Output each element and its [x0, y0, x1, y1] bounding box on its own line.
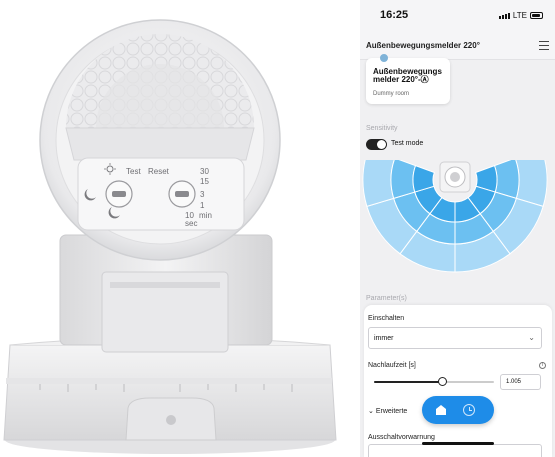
signal-icon [498, 12, 510, 19]
follow-up-input[interactable]: 1.005 [500, 374, 541, 390]
dial-mark-1: 1 [200, 201, 205, 210]
battery-icon [530, 12, 543, 19]
prewarn-field[interactable] [368, 444, 542, 457]
zone-segment [362, 160, 395, 208]
mount-base [3, 337, 337, 454]
switch-on-select[interactable]: immer ⌄ [368, 327, 542, 349]
detection-zone-diagram [362, 160, 548, 273]
home-indicator [422, 442, 494, 445]
sensor-thumbnail [439, 161, 471, 193]
test-mode-toggle[interactable] [366, 139, 387, 150]
floating-action-bar [422, 396, 494, 424]
zone-segment [390, 160, 417, 199]
slider-fill [374, 381, 443, 383]
dial-mark-30: 30 [200, 167, 209, 176]
sensor-head [39, 19, 281, 261]
page-title: Außenbewegungsmelder 220° [366, 41, 480, 50]
prewarn-label: Ausschaltvorwarnung [368, 434, 435, 441]
switch-on-value: immer [374, 335, 394, 342]
hamburger-icon[interactable] [539, 41, 549, 50]
chevron-down-icon: ⌄ [528, 333, 535, 342]
sensitivity-label: Sensitivity [366, 125, 398, 132]
parameters-label: Parameter(s) [366, 295, 407, 302]
device-room: Dummy room [373, 91, 410, 97]
status-bar: 16:25 LTE [360, 0, 555, 34]
info-icon[interactable]: i [539, 362, 546, 369]
screen: Test Reset 30 15 3 1 10 min sec 16:25 LT… [0, 0, 555, 457]
switch-on-label: Einschalten [368, 315, 405, 322]
bulb-icon [380, 54, 388, 62]
test-mode-label: Test mode [391, 140, 424, 147]
advanced-toggle[interactable]: ⌄ Erweiterte [368, 407, 407, 415]
dial-mark-15: 15 [200, 177, 209, 186]
chevron-down-icon: ⌄ [368, 408, 376, 415]
advanced-label: Erweiterte [375, 408, 408, 415]
dial-test-label: Test [126, 167, 141, 176]
device-card[interactable]: Außenbewegungs melder 220°-Ⓐ Dummy room [366, 54, 453, 104]
device-name: Außenbewegungs melder 220°-Ⓐ [373, 68, 453, 84]
follow-up-label: Nachlaufzeit [s] [368, 362, 416, 369]
dial-mark-sec: sec [185, 219, 197, 228]
dial-reset-label: Reset [148, 167, 170, 176]
status-indicators: LTE [498, 11, 543, 20]
app-screen: 16:25 LTE Außenbewegungsmelder 220° Auße… [360, 0, 555, 457]
clock-icon[interactable] [463, 404, 475, 416]
status-time: 16:25 [380, 9, 409, 21]
network-label: LTE [512, 11, 527, 20]
follow-up-slider[interactable] [374, 377, 494, 386]
home-icon[interactable] [435, 404, 447, 416]
motion-detector-photo: Test Reset 30 15 3 1 10 min sec [3, 19, 337, 454]
device-name-line2: melder 220°-Ⓐ [373, 75, 429, 84]
app-header: Außenbewegungsmelder 220° [360, 34, 555, 60]
dial-mark-min: min [199, 211, 212, 220]
dial-mark-3: 3 [200, 190, 205, 199]
